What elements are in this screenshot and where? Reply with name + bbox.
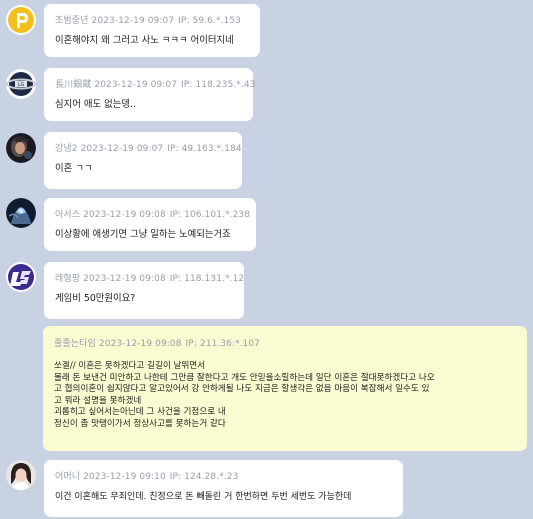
message-text: 심지어 애도 없는뎅..	[55, 99, 243, 111]
message-line: 괴롭히고 싶어서는아닌데 그 사건을 기점으로 내	[54, 407, 226, 418]
message-line: 이혼해야지 왜 그러고 사노 ㅋㅋㅋ 어이터지네	[55, 35, 234, 46]
message-meta: 줄줄는타임 2023-12-19 09:08 IP: 211.36.*.107	[54, 336, 517, 349]
nickname[interactable]: 초범중년	[55, 16, 89, 26]
ip-address: IP: 59.6.*.153	[178, 16, 241, 26]
nickname[interactable]: 줄줄는타임	[54, 339, 96, 349]
message-text: 이상황에 애생기면 그냥 일하는 노예되는거죠	[55, 229, 246, 241]
timestamp: 2023-12-19 09:08	[83, 274, 166, 284]
nickname[interactable]: 長川銀蔵	[55, 80, 91, 90]
message-line: 이건 이혼해도 무죄인데. 친정으로 돈 빼돌린 거 한번하면 두번 세번도 가…	[55, 492, 352, 502]
message-bubble: 초범중년 2023-12-19 09:07 IP: 59.6.*.153 이혼해…	[44, 4, 260, 57]
message-text: 이건 이혼해도 무죄인데. 친정으로 돈 빼돌린 거 한번하면 두번 세번도 가…	[55, 491, 393, 503]
timestamp: 2023-12-19 09:08	[83, 210, 166, 220]
message-bubble-highlighted: 줄줄는타임 2023-12-19 09:08 IP: 211.36.*.107 …	[43, 326, 527, 451]
message-bubble: 아서스 2023-12-19 09:08 IP: 106.101.*.238 이…	[44, 198, 256, 251]
ip-address: IP: 118.131.*.12	[169, 274, 245, 284]
message-bubble: 長川銀蔵 2023-12-19 09:07 IP: 118.235.*.43 심…	[44, 68, 255, 121]
message-bubble: 어머니 2023-12-19 09:10 IP: 124.28.*.23 이건 …	[44, 460, 403, 517]
armored-knight-icon[interactable]	[6, 198, 36, 228]
svg-text:LG: LG	[18, 82, 25, 88]
message-text: 이혼해야지 왜 그러고 사노 ㅋㅋㅋ 어이터지네	[55, 35, 250, 47]
message-text: 이혼 ㄱㄱ	[55, 163, 232, 175]
purple-emblem-icon[interactable]	[6, 262, 36, 292]
message-meta: 아서스 2023-12-19 09:08 IP: 106.101.*.238	[55, 207, 250, 220]
woman-photo-icon[interactable]	[6, 460, 36, 490]
message-line: 고 뭐라 설명을 못하겠네	[54, 395, 142, 406]
message-bubble: 강냉2 2023-12-19 09:07 IP: 49.163.*.184 이혼…	[44, 132, 242, 189]
ip-address: IP: 124.28.*.23	[169, 472, 239, 482]
timestamp: 2023-12-19 09:10	[83, 472, 166, 482]
message-meta: 어머니 2023-12-19 09:10 IP: 124.28.*.23	[55, 469, 393, 482]
character-portrait-icon[interactable]	[6, 133, 36, 163]
ip-address: IP: 118.235.*.43	[181, 80, 256, 90]
nickname[interactable]: 레형팡	[55, 274, 80, 284]
message-line: 몰래 돈 보낸건 미안하고 나한테 그만큼 잘한다고 개도 안믿을소릴하는데 일…	[54, 372, 435, 383]
nickname[interactable]: 강냉2	[55, 144, 78, 154]
message-line: 심지어 애도 없는뎅..	[55, 99, 136, 110]
message-meta: 초범중년 2023-12-19 09:07 IP: 59.6.*.153	[55, 13, 250, 26]
message-line: 쏘겔// 이혼은 못하겠다고 길길이 날뛰면서	[54, 361, 206, 371]
message-text: 쏘겔// 이혼은 못하겠다고 길길이 날뛰면서 몰래 돈 보낸건 미안하고 나한…	[54, 361, 517, 431]
message-meta: 강냉2 2023-12-19 09:07 IP: 49.163.*.184	[55, 141, 242, 154]
message-meta: 레형팡 2023-12-19 09:08 IP: 118.131.*.12	[55, 271, 244, 284]
nickname[interactable]: 아서스	[55, 210, 80, 220]
team-emblem-icon[interactable]: LG	[6, 69, 36, 99]
timestamp: 2023-12-19 09:07	[94, 80, 178, 90]
message-line: 정신이 좀 맛탱이가서 정상사고를 못하는거 같다	[54, 418, 226, 429]
message-line: 이상황에 애생기면 그냥 일하는 노예되는거죠	[55, 229, 231, 240]
ip-address: IP: 49.163.*.184	[167, 144, 242, 154]
timestamp: 2023-12-19 09:07	[80, 144, 164, 154]
message-line: 고 협의이혼이 쉽지않다고 알고있어서 강 안하게될 나도 지금은 할생각은 없…	[54, 384, 430, 395]
ip-address: IP: 106.101.*.238	[169, 210, 251, 220]
message-line: 게임비 50만원이요?	[55, 293, 136, 304]
ip-address: IP: 211.36.*.107	[185, 339, 261, 349]
yellow-p-logo-icon[interactable]	[6, 5, 36, 35]
message-line: 이혼 ㄱㄱ	[55, 163, 93, 174]
nickname[interactable]: 어머니	[55, 472, 80, 482]
timestamp: 2023-12-19 09:07	[91, 16, 175, 26]
message-meta: 長川銀蔵 2023-12-19 09:07 IP: 118.235.*.43	[55, 77, 255, 90]
message-text: 게임비 50만원이요?	[55, 293, 234, 305]
message-bubble: 레형팡 2023-12-19 09:08 IP: 118.131.*.12 게임…	[44, 262, 244, 319]
timestamp: 2023-12-19 09:08	[98, 339, 182, 349]
